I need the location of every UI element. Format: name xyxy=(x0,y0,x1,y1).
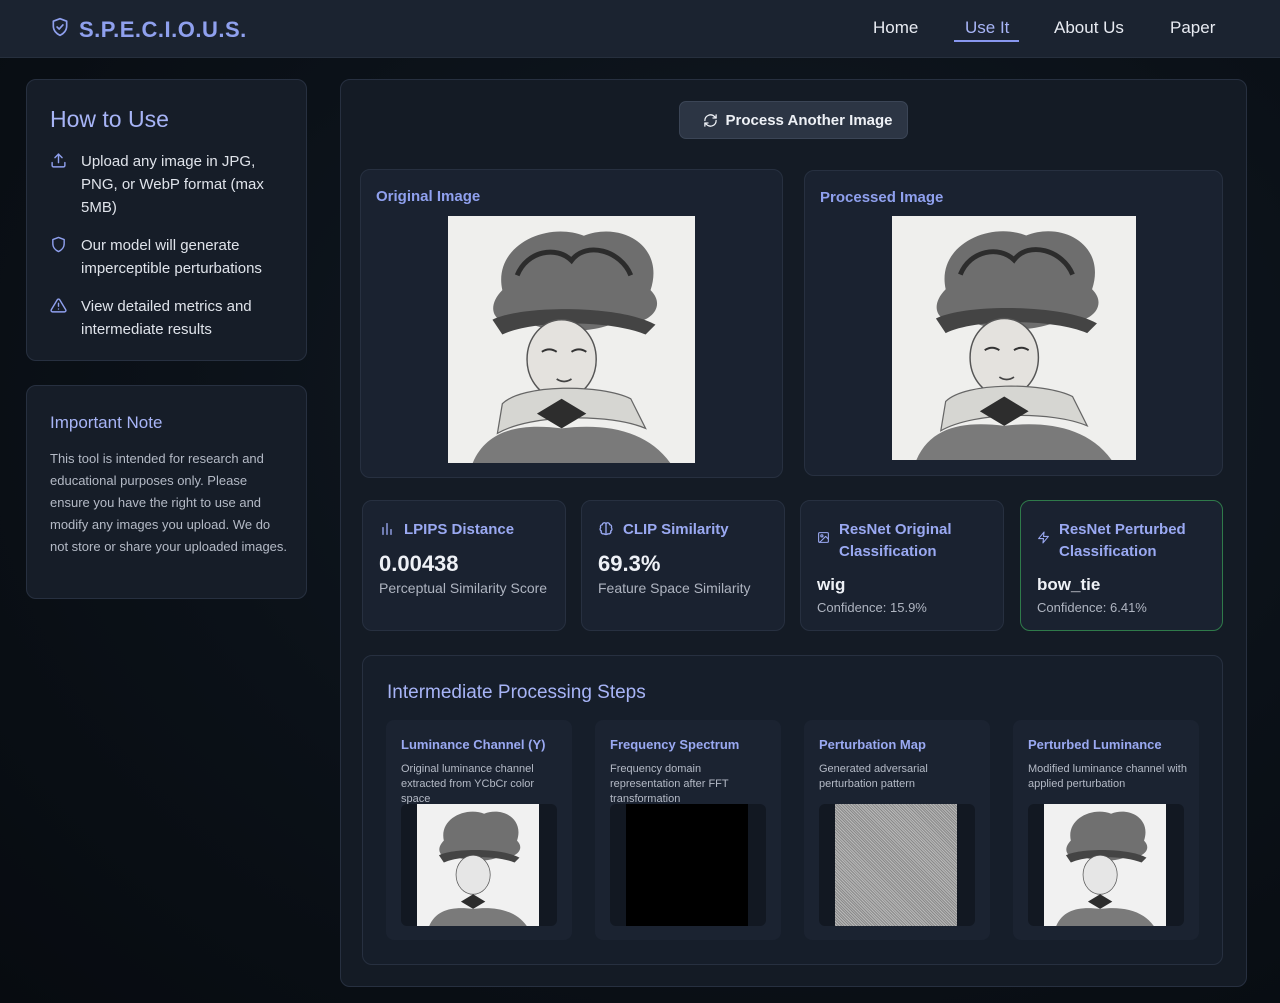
lpips-metric-card: LPIPS Distance 0.00438 Perceptual Simila… xyxy=(362,500,566,631)
resnet-original-confidence: Confidence: 15.9% xyxy=(817,600,927,615)
luminance-image xyxy=(417,804,539,926)
step-title: Perturbed Luminance xyxy=(1028,737,1162,752)
shield-icon xyxy=(50,236,70,280)
clip-value: 69.3% xyxy=(598,551,661,576)
step-title: Luminance Channel (Y) xyxy=(401,737,546,752)
important-note-text: This tool is intended for research and e… xyxy=(50,451,288,554)
lightning-icon xyxy=(1037,529,1050,563)
step-title: Frequency Spectrum xyxy=(610,737,740,752)
nav-link-use-it[interactable]: Use It xyxy=(965,18,1009,38)
processed-image-label: Processed Image xyxy=(820,189,944,206)
step-description: Frequency domain representation after FF… xyxy=(610,763,729,805)
processed-image xyxy=(892,216,1136,460)
step-luminance-channel: Luminance Channel (Y) Original luminance… xyxy=(386,720,572,940)
step-image-frame xyxy=(401,804,557,926)
process-button-label: Process Another Image xyxy=(725,111,893,129)
image-icon xyxy=(817,529,830,563)
perturbed-luminance-image xyxy=(1044,804,1166,926)
process-another-image-button[interactable]: Process Another Image xyxy=(679,101,908,139)
step-image-frame xyxy=(819,804,975,926)
resnet-perturbed-title: ResNet Perturbed Classification xyxy=(1059,521,1186,560)
nav-link-paper[interactable]: Paper xyxy=(1170,18,1215,38)
clip-metric-card: CLIP Similarity 69.3% Feature Space Simi… xyxy=(581,500,785,631)
how-to-step: Upload any image in JPG, PNG, or WebP fo… xyxy=(50,150,290,219)
step-title: Perturbation Map xyxy=(819,737,926,752)
warning-triangle-icon xyxy=(50,297,70,341)
brand-logo[interactable]: S.P.E.C.I.O.U.S. xyxy=(50,16,247,43)
original-image xyxy=(448,216,695,463)
resnet-perturbed-card: ResNet Perturbed Classification bow_tie … xyxy=(1020,500,1223,631)
step-description: Modified luminance channel with applied … xyxy=(1028,763,1187,790)
lpips-caption: Perceptual Similarity Score xyxy=(379,580,548,596)
how-to-use-card: How to Use Upload any image in JPG, PNG,… xyxy=(26,79,307,361)
resnet-perturbed-label: bow_tie xyxy=(1037,575,1101,594)
lpips-value: 0.00438 xyxy=(379,551,459,576)
frequency-spectrum-image xyxy=(626,804,748,926)
step-image-frame xyxy=(610,804,766,926)
brain-icon xyxy=(598,519,614,544)
step-perturbation-map: Perturbation Map Generated adversarial p… xyxy=(804,720,990,940)
resnet-original-label: wig xyxy=(817,575,846,594)
brand-name: S.P.E.C.I.O.U.S. xyxy=(79,16,247,42)
resnet-perturbed-confidence: Confidence: 6.41% xyxy=(1037,600,1147,615)
top-navbar: S.P.E.C.I.O.U.S. Home Use It About Us Pa… xyxy=(0,0,1280,58)
step-frequency-spectrum: Frequency Spectrum Frequency domain repr… xyxy=(595,720,781,940)
perturbation-map-image xyxy=(835,804,957,926)
resnet-original-title: ResNet Original Classification xyxy=(839,521,952,560)
how-to-step-text: View detailed metrics and intermediate r… xyxy=(81,298,252,338)
step-image-frame xyxy=(1028,804,1184,926)
original-image-label: Original Image xyxy=(376,188,481,205)
how-to-step-text: Our model will generate imperceptible pe… xyxy=(81,237,262,277)
resnet-original-card: ResNet Original Classification wig Confi… xyxy=(800,500,1004,631)
how-to-step: Our model will generate imperceptible pe… xyxy=(50,234,290,280)
refresh-icon xyxy=(703,113,718,128)
how-to-use-title: How to Use xyxy=(50,106,169,132)
important-note-card: Important Note This tool is intended for… xyxy=(26,385,307,599)
clip-caption: Feature Space Similarity xyxy=(598,580,751,596)
step-perturbed-luminance: Perturbed Luminance Modified luminance c… xyxy=(1013,720,1199,940)
lpips-title: LPIPS Distance xyxy=(404,521,515,538)
how-to-step-text: Upload any image in JPG, PNG, or WebP fo… xyxy=(81,153,264,216)
active-nav-underline xyxy=(954,40,1019,42)
how-to-step: View detailed metrics and intermediate r… xyxy=(50,295,290,341)
step-description: Generated adversarial perturbation patte… xyxy=(819,763,928,790)
clip-title: CLIP Similarity xyxy=(623,521,729,538)
nav-link-home[interactable]: Home xyxy=(873,18,918,38)
nav-link-about-us[interactable]: About Us xyxy=(1054,18,1124,38)
step-description: Original luminance channel extracted fro… xyxy=(401,763,535,805)
portrait-illustration xyxy=(448,216,695,463)
shield-check-icon xyxy=(50,16,70,43)
bar-chart-icon xyxy=(379,519,395,544)
upload-icon xyxy=(50,152,70,219)
important-note-title: Important Note xyxy=(50,413,163,432)
portrait-illustration xyxy=(892,216,1136,460)
intermediate-steps-title: Intermediate Processing Steps xyxy=(387,682,646,703)
